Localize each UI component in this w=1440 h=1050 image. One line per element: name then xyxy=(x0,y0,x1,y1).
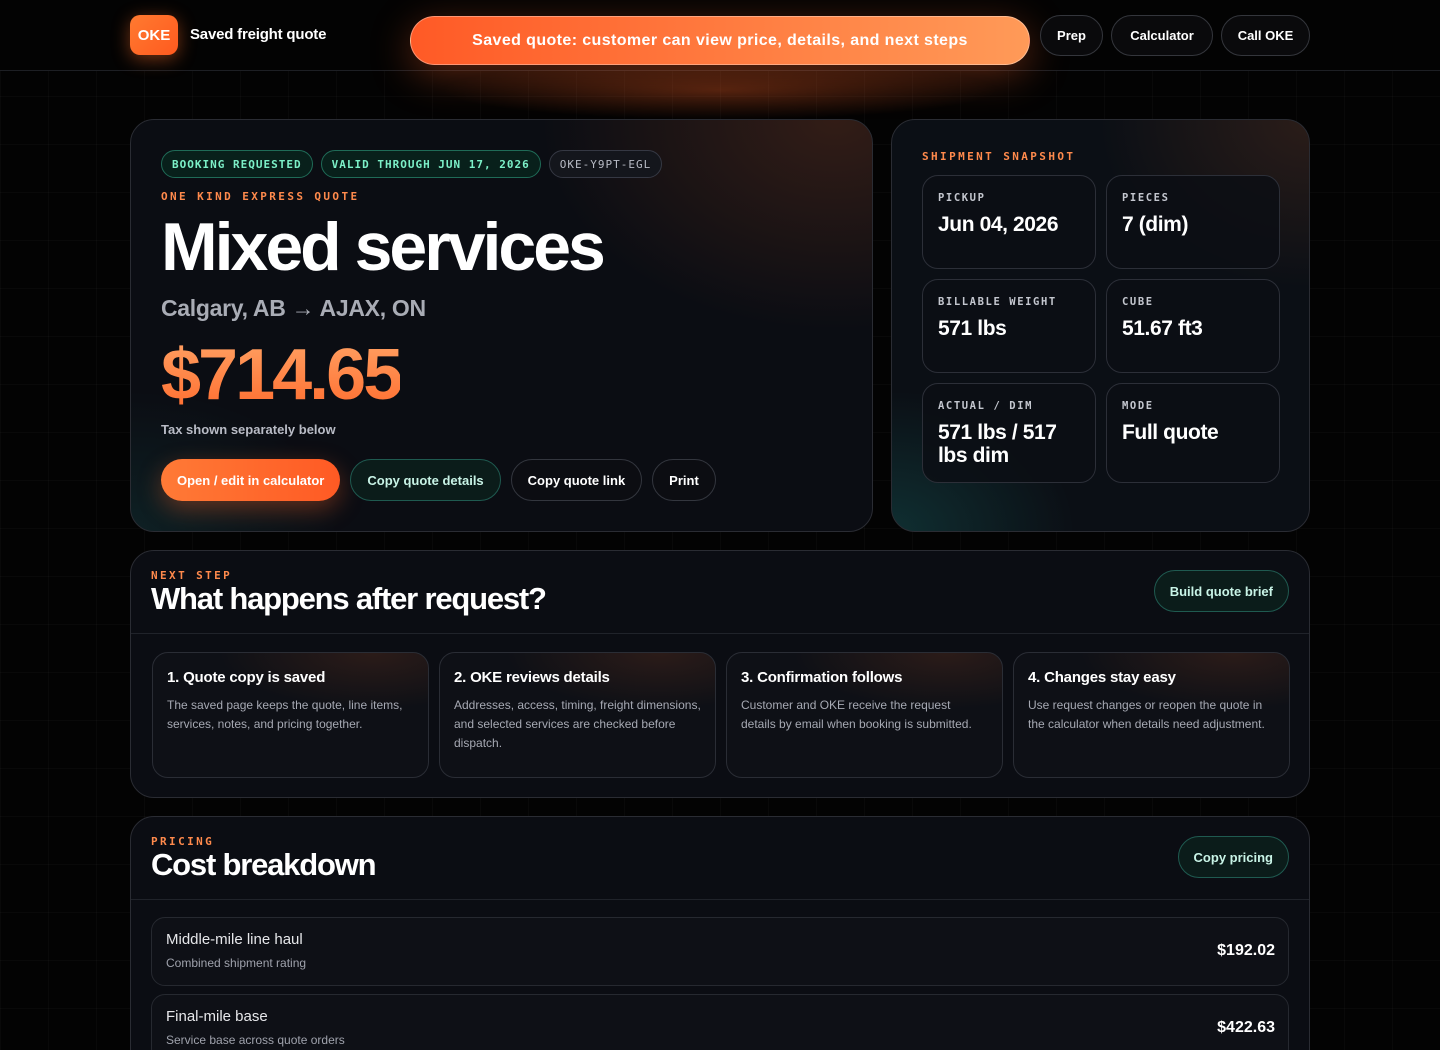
snapshot-tile-mode: MODE Full quote xyxy=(1106,383,1280,483)
tile-value: Full quote xyxy=(1122,421,1219,444)
snapshot-tile-pickup: PICKUP Jun 04, 2026 xyxy=(922,175,1096,269)
price-row-amount: $422.63 xyxy=(1217,1019,1275,1036)
price-row-description: Combined shipment rating xyxy=(166,956,307,970)
step-title: 4. Changes stay easy xyxy=(1028,669,1176,686)
print-button[interactable]: Print xyxy=(652,459,716,501)
call-oke-button[interactable]: Call OKE xyxy=(1221,15,1310,56)
price-row: Middle-mile line haul Combined shipment … xyxy=(151,917,1289,986)
pricing-header: PRICING Cost breakdown Copy pricing xyxy=(131,817,1309,900)
snapshot-tile-actual-dim: ACTUAL / DIM 571 lbs / 517 lbs dim xyxy=(922,383,1096,483)
step-body: Addresses, access, timing, freight dimen… xyxy=(454,698,701,750)
quote-actions: Open / edit in calculator Copy quote det… xyxy=(161,459,716,501)
tile-label: PICKUP xyxy=(938,192,986,204)
tile-value: 7 (dim) xyxy=(1122,213,1189,236)
price-row: Final-mile base Service base across quot… xyxy=(151,994,1289,1050)
next-step-card: NEXT STEP What happens after request? Bu… xyxy=(130,550,1310,798)
price-row-description: Service base across quote orders xyxy=(166,1033,345,1047)
snapshot-tile-billable-weight: BILLABLE WEIGHT 571 lbs xyxy=(922,279,1096,373)
tile-label: ACTUAL / DIM xyxy=(938,400,1034,412)
step-card-3: 3. Confirmation follows Customer and OKE… xyxy=(726,652,1003,778)
step-body: The saved page keeps the quote, line ite… xyxy=(167,698,403,731)
open-in-calculator-button[interactable]: Open / edit in calculator xyxy=(161,459,341,501)
tile-label: CUBE xyxy=(1122,296,1154,308)
oke-logo[interactable]: OKE xyxy=(130,15,178,55)
snapshot-eyebrow: SHIPMENT SNAPSHOT xyxy=(922,150,1076,163)
shipment-snapshot-card: SHIPMENT SNAPSHOT PICKUP Jun 04, 2026 PI… xyxy=(891,119,1310,532)
tile-label: MODE xyxy=(1122,400,1154,412)
build-quote-brief-button[interactable]: Build quote brief xyxy=(1153,570,1289,612)
step-title: 1. Quote copy is saved xyxy=(167,669,326,686)
status-badge: BOOKING REQUESTED xyxy=(161,150,313,178)
copy-quote-link-button[interactable]: Copy quote link xyxy=(510,459,643,501)
tile-label: PIECES xyxy=(1122,192,1170,204)
snapshot-tile-cube: CUBE 51.67 ft3 xyxy=(1106,279,1280,373)
tile-value: 51.67 ft3 xyxy=(1122,317,1203,340)
nav-prep-button[interactable]: Prep xyxy=(1040,15,1103,56)
nav-calculator-button[interactable]: Calculator xyxy=(1111,15,1213,56)
top-bar: OKE Saved freight quote Saved quote: cus… xyxy=(0,0,1440,71)
tile-value: Jun 04, 2026 xyxy=(938,213,1059,236)
quote-route: Calgary, AB → AJAX, ON xyxy=(161,295,426,321)
tax-note: Tax shown separately below xyxy=(161,422,336,437)
pricing-card: PRICING Cost breakdown Copy pricing Midd… xyxy=(130,816,1310,1050)
next-step-title: What happens after request? xyxy=(151,581,547,616)
tile-value: 571 lbs xyxy=(938,317,1007,340)
price-row-name: Middle-mile line haul xyxy=(166,931,303,948)
page-title: Saved freight quote xyxy=(190,26,327,43)
step-card-2: 2. OKE reviews details Addresses, access… xyxy=(439,652,716,778)
validity-badge: VALID THROUGH JUN 17, 2026 xyxy=(320,150,541,178)
price-row-amount: $192.02 xyxy=(1217,942,1275,959)
step-body: Customer and OKE receive the request det… xyxy=(741,698,972,731)
snapshot-tile-pieces: PIECES 7 (dim) xyxy=(1106,175,1280,269)
quote-badges: BOOKING REQUESTED VALID THROUGH JUN 17, … xyxy=(161,150,663,178)
copy-pricing-button[interactable]: Copy pricing xyxy=(1177,836,1289,878)
copy-quote-details-button[interactable]: Copy quote details xyxy=(350,459,501,501)
quote-hero-card: BOOKING REQUESTED VALID THROUGH JUN 17, … xyxy=(130,119,873,532)
hero-eyebrow: ONE KIND EXPRESS QUOTE xyxy=(161,190,360,203)
saved-quote-banner: Saved quote: customer can view price, de… xyxy=(410,16,1030,65)
quote-id-badge: OKE-Y9PT-EGL xyxy=(548,150,663,178)
step-body: Use request changes or reopen the quote … xyxy=(1028,698,1265,731)
tile-value: 571 lbs / 517 lbs dim xyxy=(938,421,1057,468)
quote-title: Mixed services xyxy=(161,209,606,285)
pricing-title: Cost breakdown xyxy=(151,847,377,882)
tile-label: BILLABLE WEIGHT xyxy=(938,296,1057,308)
step-title: 3. Confirmation follows xyxy=(741,669,903,686)
price-row-name: Final-mile base xyxy=(166,1008,268,1025)
step-card-1: 1. Quote copy is saved The saved page ke… xyxy=(152,652,429,778)
next-step-header: NEXT STEP What happens after request? Bu… xyxy=(131,551,1309,634)
step-card-4: 4. Changes stay easy Use request changes… xyxy=(1013,652,1290,778)
quote-price: $714.65 xyxy=(161,335,403,415)
step-title: 2. OKE reviews details xyxy=(454,669,610,686)
